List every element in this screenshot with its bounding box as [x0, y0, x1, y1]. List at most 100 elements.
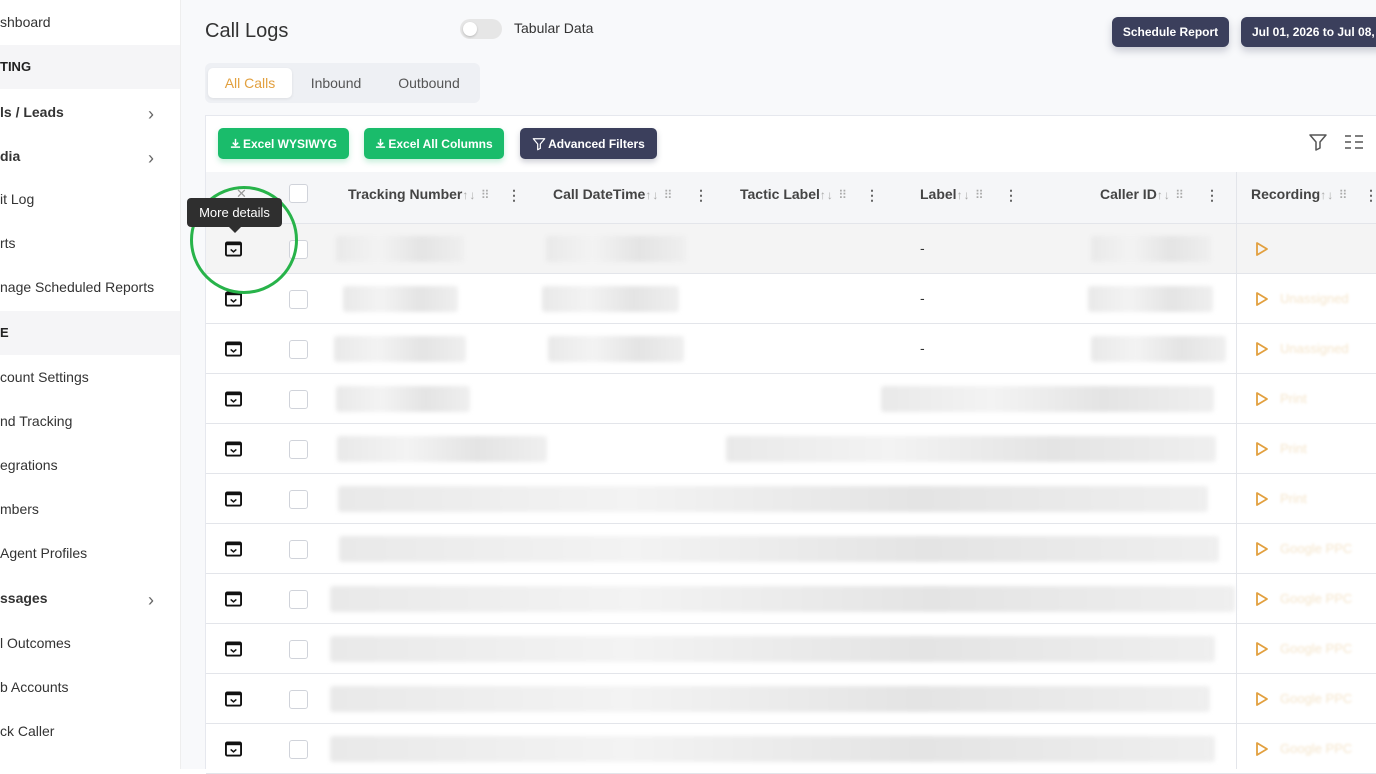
excel-wysiwyg-button[interactable]: Excel WYSIWYG: [218, 128, 349, 159]
table-row[interactable]: Google PPC: [206, 574, 1376, 624]
sidebar-item[interactable]: l Outcomes: [0, 635, 180, 651]
redacted-cell: [337, 436, 547, 462]
sort-icon[interactable]: ↑↓ ⠿: [1320, 188, 1348, 202]
redacted-cell: [330, 736, 1215, 762]
row-checkbox[interactable]: [289, 590, 308, 609]
recording-column-divider: [1236, 172, 1237, 769]
download-icon: [376, 138, 386, 148]
row-checkbox[interactable]: [289, 290, 308, 309]
column-menu-icon[interactable]: ⋮: [1205, 187, 1219, 204]
column-label: Tactic Label: [740, 186, 820, 202]
play-icon[interactable]: [1255, 591, 1269, 607]
column-recording[interactable]: Recording↑↓ ⠿: [1251, 186, 1348, 202]
table-row[interactable]: Google PPC: [206, 524, 1376, 574]
column-tactic-label[interactable]: Tactic Label↑↓ ⠿: [740, 186, 848, 202]
sidebar-item[interactable]: shboard: [0, 14, 180, 30]
sort-icon[interactable]: ↑↓ ⠿: [645, 188, 673, 202]
row-checkbox[interactable]: [289, 690, 308, 709]
redacted-cell: [1088, 286, 1213, 312]
more-details-icon[interactable]: [225, 691, 242, 707]
table-row[interactable]: Google PPC: [206, 674, 1376, 724]
excel-all-columns-button[interactable]: Excel All Columns: [364, 128, 504, 159]
sidebar-item[interactable]: it Log: [0, 191, 180, 207]
play-icon[interactable]: [1255, 541, 1269, 557]
play-icon[interactable]: [1255, 291, 1269, 307]
more-details-icon[interactable]: [225, 341, 242, 357]
sort-icon[interactable]: ↑↓ ⠿: [462, 188, 490, 202]
select-all-checkbox[interactable]: [289, 184, 308, 203]
table-row[interactable]: - Unassigned: [206, 324, 1376, 374]
sidebar-item[interactable]: nage Scheduled Reports: [0, 279, 180, 295]
row-checkbox[interactable]: [289, 490, 308, 509]
tab-all-calls[interactable]: All Calls: [208, 68, 292, 98]
sidebar-item[interactable]: Agent Profiles: [0, 545, 180, 561]
more-details-icon[interactable]: [225, 591, 242, 607]
row-checkbox[interactable]: [289, 540, 308, 559]
column-caller-id[interactable]: Caller ID↑↓ ⠿: [1100, 186, 1185, 202]
table-row[interactable]: - Unassigned: [206, 274, 1376, 324]
sidebar-item[interactable]: mbers: [0, 501, 180, 517]
more-details-icon[interactable]: [225, 641, 242, 657]
column-menu-icon[interactable]: ⋮: [507, 187, 521, 204]
sort-icon[interactable]: ↑↓ ⠿: [957, 188, 985, 202]
columns-icon[interactable]: [1344, 133, 1364, 151]
label-cell: -: [920, 340, 925, 356]
column-menu-icon[interactable]: ⋮: [1004, 187, 1018, 204]
schedule-report-button[interactable]: Schedule Report: [1112, 17, 1229, 47]
more-details-icon[interactable]: [225, 391, 242, 407]
table-row[interactable]: Print: [206, 474, 1376, 524]
filter-icon[interactable]: [1308, 132, 1328, 152]
download-icon: [230, 138, 241, 148]
label-cell: -: [920, 240, 925, 256]
recording-source-text: Unassigned: [1280, 291, 1349, 306]
sidebar-item[interactable]: count Settings: [0, 369, 180, 385]
play-icon[interactable]: [1255, 741, 1269, 757]
more-details-icon[interactable]: [225, 441, 242, 457]
column-menu-icon[interactable]: ⋮: [694, 187, 708, 204]
tab-outbound[interactable]: Outbound: [385, 68, 473, 98]
sort-icon[interactable]: ↑↓ ⠿: [1157, 188, 1185, 202]
table-row[interactable]: -: [206, 224, 1376, 274]
play-icon[interactable]: [1255, 641, 1269, 657]
column-label: Label: [920, 186, 957, 202]
sidebar-item[interactable]: b Accounts: [0, 679, 180, 695]
sidebar-item[interactable]: ck Caller: [0, 723, 180, 739]
more-details-icon[interactable]: [225, 541, 242, 557]
column-call-datetime[interactable]: Call DateTime↑↓ ⠿: [553, 186, 673, 202]
table-row[interactable]: Print: [206, 374, 1376, 424]
play-icon[interactable]: [1255, 241, 1269, 257]
play-icon[interactable]: [1255, 441, 1269, 457]
row-checkbox[interactable]: [289, 340, 308, 359]
more-details-icon[interactable]: [225, 491, 242, 507]
column-label: Tracking Number: [348, 186, 463, 202]
table-row[interactable]: Google PPC: [206, 724, 1376, 774]
more-details-icon[interactable]: [225, 741, 242, 757]
play-icon[interactable]: [1255, 491, 1269, 507]
column-label: Recording: [1251, 186, 1321, 202]
redacted-cell: [336, 236, 464, 262]
column-label-col[interactable]: Label↑↓ ⠿: [920, 186, 985, 202]
row-checkbox[interactable]: [289, 740, 308, 759]
sidebar-item[interactable]: nd Tracking: [0, 413, 180, 429]
advanced-filters-button[interactable]: Advanced Filters: [520, 128, 657, 159]
column-menu-icon[interactable]: ⋮: [865, 187, 879, 204]
row-checkbox[interactable]: [289, 640, 308, 659]
play-icon[interactable]: [1255, 391, 1269, 407]
play-icon[interactable]: [1255, 341, 1269, 357]
redacted-cell: [334, 336, 466, 362]
tabular-data-toggle[interactable]: [460, 19, 502, 39]
redacted-cell: [542, 286, 679, 312]
play-icon[interactable]: [1255, 691, 1269, 707]
date-range-button[interactable]: Jul 01, 2026 to Jul 08, 2026: [1241, 17, 1376, 47]
table-row[interactable]: Google PPC: [206, 624, 1376, 674]
column-tracking-number[interactable]: Tracking Number↑↓ ⠿: [348, 186, 491, 202]
sidebar-item[interactable]: egrations: [0, 457, 180, 473]
tab-inbound[interactable]: Inbound: [297, 68, 375, 98]
sort-icon[interactable]: ↑↓ ⠿: [820, 188, 848, 202]
row-checkbox[interactable]: [289, 440, 308, 459]
table-row[interactable]: Print: [206, 424, 1376, 474]
sidebar-item[interactable]: rts: [0, 235, 180, 251]
row-checkbox[interactable]: [289, 390, 308, 409]
column-menu-icon[interactable]: ⋮: [1364, 187, 1376, 204]
recording-source-text: Google PPC: [1280, 541, 1353, 556]
